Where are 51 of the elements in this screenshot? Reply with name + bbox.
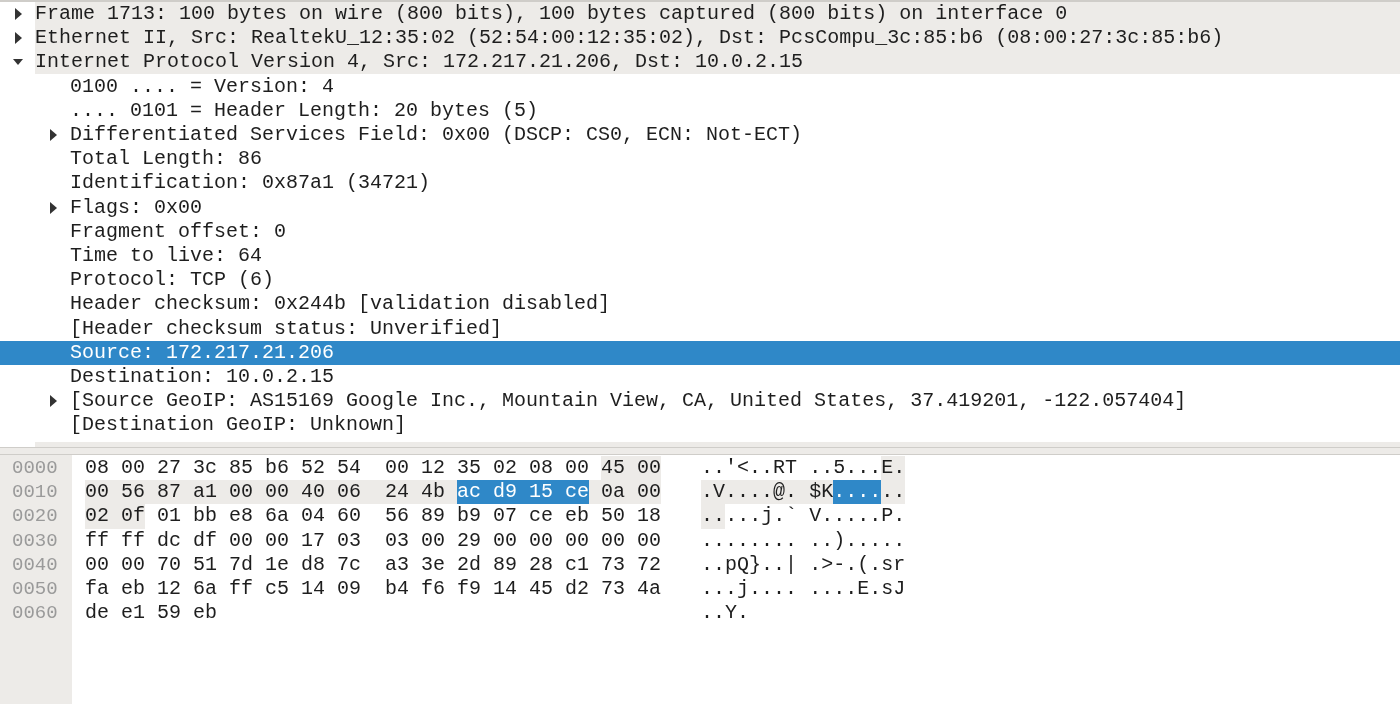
- tree-item-label[interactable]: Identification: 0x87a1 (34721): [70, 171, 1400, 196]
- tree-item-label[interactable]: Total Length: 86: [70, 147, 1400, 172]
- offset-label: 0050: [11, 576, 59, 602]
- tree-item-label[interactable]: Ethernet II, Src: RealtekU_12:35:02 (52:54:00:12:35:02), Dst: PcsCompu_3c:85:b6 (08:00:27:3c:85:b6): [35, 26, 1400, 51]
- tree-item-label[interactable]: Internet Protocol Version 4, Src: 172.217.21.206, Dst: 10.0.2.15: [35, 50, 1400, 75]
- ascii-text: ..pQ}..| .>-.(.sr: [701, 552, 906, 577]
- collapsed-arrow-icon[interactable]: [47, 129, 58, 142]
- collapsed-arrow-icon[interactable]: [47, 201, 58, 214]
- tree-item-label[interactable]: [Header checksum status: Unverified]: [70, 316, 1400, 341]
- hex-bytes: fa eb 12 6a ff c5 14 09 b4 f6 f9 14 45 d2 73 4a: [85, 576, 662, 602]
- tree-item-label[interactable]: Protocol: TCP (6): [70, 268, 1400, 293]
- tree-item-label[interactable]: Header checksum: 0x244b [validation disabled]: [70, 292, 1400, 317]
- tree-item-label[interactable]: Differentiated Services Field: 0x00 (DSCP: CS0, ECN: Not-ECT): [70, 123, 1400, 148]
- hex-bytes: 0a 00: [589, 480, 662, 505]
- tree-item-label[interactable]: Fragment offset: 0: [70, 219, 1400, 244]
- offset-label: 0060: [11, 601, 59, 626]
- collapsed-arrow-icon[interactable]: [12, 32, 23, 45]
- offset-label: 0030: [11, 528, 59, 553]
- selected-ascii-text: ....: [833, 480, 882, 505]
- ascii-text: ...j.` V.....P.: [725, 504, 906, 529]
- hex-bytes: 08 00 27 3c 85 b6 52 54 00 12 35 02 08 00: [85, 456, 591, 481]
- hex-bytes: 02 0f: [85, 504, 145, 529]
- tree-item-label[interactable]: Time to live: 64: [70, 243, 1400, 268]
- hex-bytes: ff ff dc df 00 00 17 03 03 00 29 00 00 00 00 00: [85, 528, 662, 553]
- ascii-text: E.: [881, 456, 906, 481]
- offset-label: 0040: [11, 552, 59, 577]
- hex-bytes: 45 00: [601, 456, 662, 481]
- ascii-text: ........ ..).....: [701, 528, 906, 553]
- hex-bytes: 00 56 87 a1 00 00 40 06 24 4b: [85, 480, 458, 505]
- ascii-text: ..: [881, 480, 906, 505]
- selected-hex-bytes: ac d9 15 ce: [457, 480, 590, 505]
- hex-bytes: 01 bb e8 6a 04 60 56 89 b9 07 ce eb 50 18: [156, 504, 662, 529]
- ascii-text: ...j.... ....E.sJ: [701, 576, 906, 602]
- collapsed-arrow-icon[interactable]: [12, 8, 23, 21]
- ascii-text: ..'<..RT ..5...: [701, 456, 882, 481]
- tree-item-label[interactable]: [Destination GeoIP: Unknown]: [70, 413, 1400, 438]
- tree-item-label[interactable]: Destination: 10.0.2.15: [70, 364, 1400, 389]
- tree-item-label[interactable]: 0100 .... = Version: 4: [70, 74, 1400, 99]
- ascii-text: ..: [701, 504, 726, 529]
- tree-item-label[interactable]: .... 0101 = Header Length: 20 bytes (5): [70, 98, 1400, 123]
- collapsed-arrow-icon[interactable]: [47, 395, 58, 408]
- offset-label: 0000: [11, 456, 59, 481]
- offset-label: 0020: [11, 504, 59, 529]
- tree-item-label[interactable]: Frame 1713: 100 bytes on wire (800 bits), 100 bytes captured (800 bits) on interface 0: [35, 2, 1400, 27]
- offset-label: 0010: [11, 480, 59, 505]
- hex-bytes: de e1 59 eb: [85, 601, 218, 626]
- tree-item-label[interactable]: Flags: 0x00: [70, 195, 1400, 220]
- ascii-text: ..Y.: [701, 601, 750, 626]
- hex-bytes: 00 00 70 51 7d 1e d8 7c a3 3e 2d 89 28 c1 73 72: [85, 552, 662, 577]
- ascii-text: .V....@. $K: [701, 480, 834, 505]
- tree-item-label[interactable]: [Source GeoIP: AS15169 Google Inc., Mountain View, CA, United States, 37.419201, -122.057404]: [70, 389, 1400, 414]
